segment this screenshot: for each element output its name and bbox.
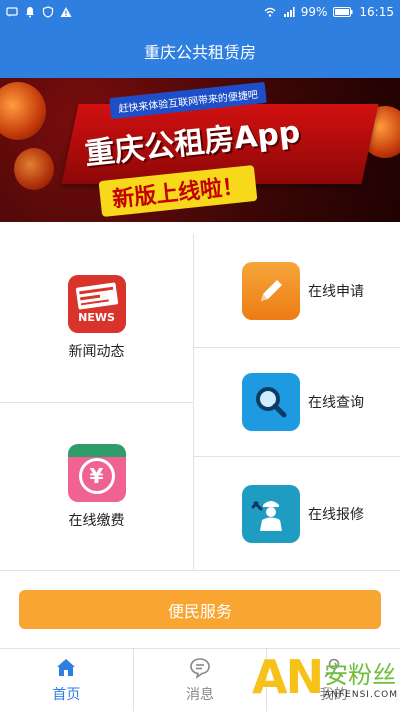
grid-divider (0, 570, 400, 571)
convenience-service-button[interactable]: 便民服务 (19, 590, 381, 629)
status-bar: 99% 16:15 (0, 0, 400, 24)
search-icon (242, 373, 300, 431)
battery-icon (333, 7, 353, 17)
notification-icon (26, 7, 34, 18)
tab-home[interactable]: 首页 (0, 649, 134, 711)
tile-pay-label: 在线缴费 (68, 512, 125, 529)
tile-query[interactable]: 在线查询 (194, 348, 400, 456)
yen-symbol: ¥ (89, 463, 104, 488)
pencil-icon (242, 261, 300, 320)
signal-icon (283, 7, 295, 17)
tab-profile[interactable]: 我的 (267, 649, 400, 711)
tile-repair-label: 在线报修 (308, 506, 364, 523)
promo-banner[interactable]: 赶快来体验互联网带来的便捷吧 重庆公租房App 新版上线啦！ (0, 78, 400, 222)
warning-icon (60, 7, 72, 17)
page-title: 重庆公共租赁房 (143, 43, 256, 62)
bottom-tab-bar: 首页 消息 我的 (0, 648, 400, 711)
shield-icon (42, 6, 54, 18)
tile-query-label: 在线查询 (308, 395, 364, 411)
tile-repair[interactable]: 在线报修 (194, 457, 400, 570)
app-header: 重庆公共租赁房 (0, 24, 400, 78)
tab-home-label: 首页 (52, 687, 81, 703)
message-bubble-icon (190, 658, 210, 679)
payment-icon: ¥ (67, 443, 126, 502)
tab-messages[interactable]: 消息 (134, 649, 268, 711)
tab-messages-label: 消息 (186, 687, 214, 703)
repair-worker-icon (242, 484, 300, 543)
message-icon (6, 7, 18, 17)
tab-profile-label: 我的 (319, 687, 348, 703)
news-icon: NEWS (67, 275, 126, 333)
lantern-decoration (0, 82, 46, 140)
tile-news-label: 新闻动态 (68, 344, 125, 360)
tile-pay[interactable]: ¥ 在线缴费 (0, 403, 193, 570)
battery-percent: 99% (300, 5, 328, 19)
tile-news[interactable]: NEWS 新闻动态 (0, 234, 193, 402)
wifi-icon (264, 7, 276, 17)
clock: 16:15 (359, 5, 394, 19)
user-icon (324, 658, 343, 678)
news-icon-text: NEWS (78, 310, 115, 324)
home-icon (57, 659, 76, 676)
tile-apply[interactable]: 在线申请 (194, 234, 400, 347)
lantern-decoration (14, 148, 54, 190)
tile-apply-label: 在线申请 (308, 283, 364, 300)
